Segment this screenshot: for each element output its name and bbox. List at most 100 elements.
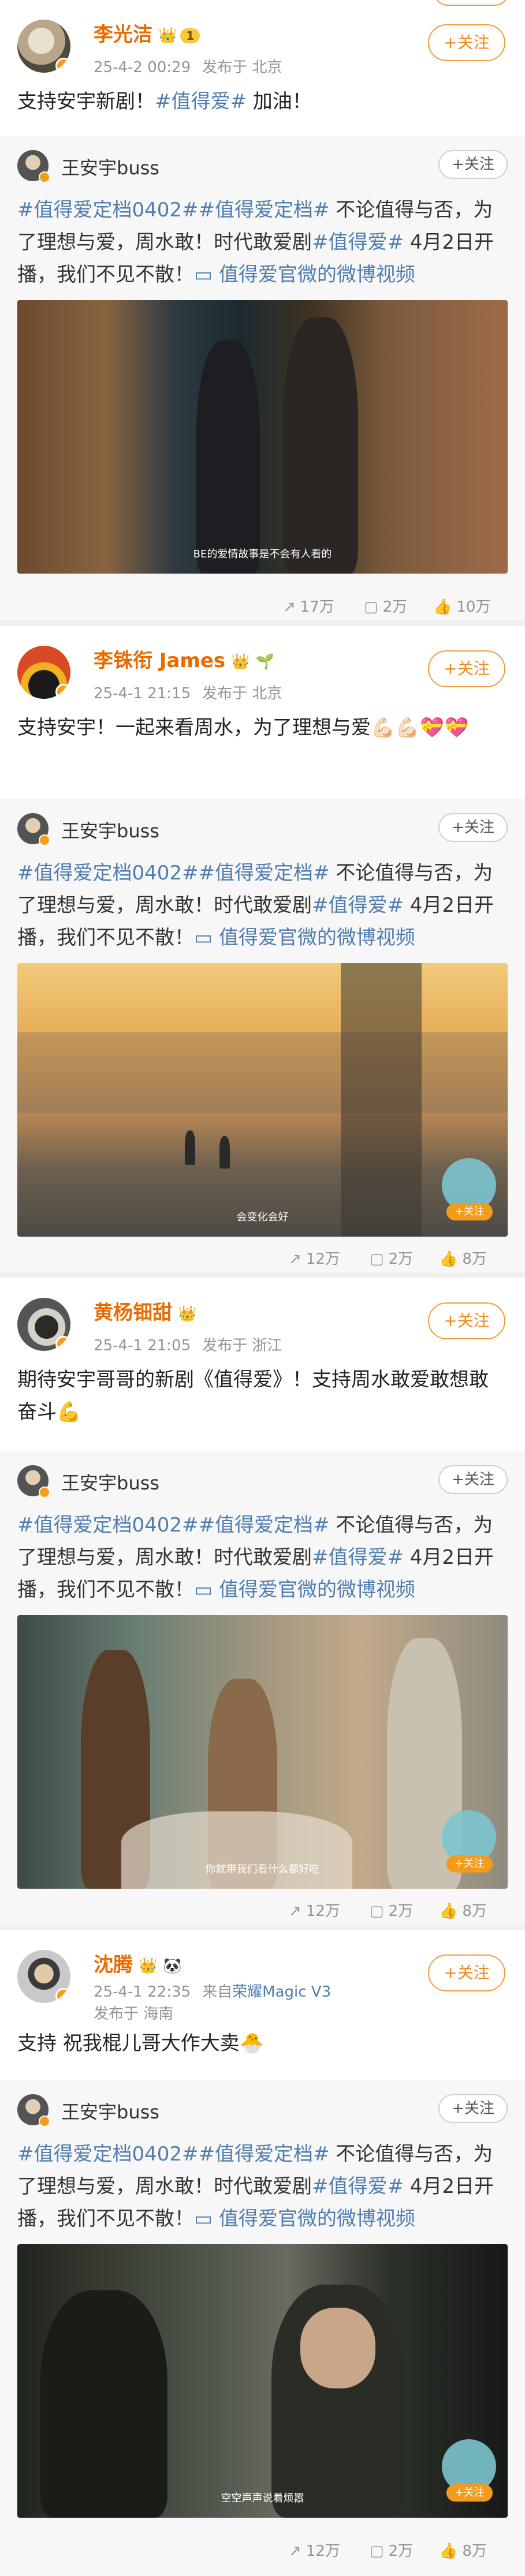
repost-text: #值得爱定档0402##值得爱定档# 不论值得与否，为了理想与爱，周水敢！时代敢… [17,1514,494,1601]
post-header: 李铢衔 James 👑 🌱 25-4-1 21:15 发布于 北京 +关注 [17,640,511,703]
avatar[interactable] [17,1298,70,1351]
topic-link[interactable]: #值得爱# [312,231,404,254]
action-bar: ↗ 12万 ▢ 2万 👍 8万 [17,1238,508,1272]
topic-link[interactable]: #值得爱定档# [199,2143,330,2166]
repost-button[interactable]: ↗ 12万 [289,1247,340,1268]
avatar[interactable] [17,2094,50,2127]
post-card: 李铢衔 James 👑 🌱 25-4-1 21:15 发布于 北京 +关注 支持安宇！… [0,626,525,1272]
like-icon: 👍 [439,1250,458,1268]
topic-link[interactable]: #值得爱# [312,1546,404,1569]
like-button[interactable]: 👍 8万 [439,1247,487,1268]
username[interactable]: 李铢衔 James 👑 🌱 [94,645,274,673]
video-thumbnail[interactable]: 你就带我们看什么都好吃 +关注 [17,1615,508,1889]
post-card: 李光洁 👑 1 25-4-2 00:29 发布于 北京 +关注 支持安宇新剧！#值得爱… [0,0,525,620]
repost-header: 王安宇buss +关注 [17,813,508,846]
repost-icon: ↗ [289,2543,301,2560]
post-meta: 25-4-1 22:35 来自荣耀Magic V3 [94,1983,332,2001]
avatar[interactable] [17,20,70,73]
video-caption: 会变化会好 [236,1211,289,1223]
avatar[interactable] [17,813,50,846]
watermark-badge[interactable]: +关注 [442,1158,496,1222]
username[interactable]: 李光洁 👑 1 [94,18,200,47]
follow-button[interactable]: +关注 [428,1955,505,1991]
topic-link[interactable]: #值得爱定档0402# [17,2143,199,2166]
topic-link[interactable]: #值得爱定档0402# [17,1514,199,1537]
repost-button[interactable]: ↗ 12万 [289,1899,340,1920]
follow-button[interactable]: +关注 [438,1465,508,1494]
video-thumbnail[interactable]: 会变化会好 +关注 [17,963,508,1237]
comment-button[interactable]: ▢ 2万 [364,595,407,616]
video-thumbnail[interactable]: 空空声声说着烦嚣 +关注 [17,2244,508,2518]
video-thumbnail[interactable]: BE的爱情故事是不会有人看的 [17,300,508,574]
reposted-content[interactable]: 王安宇buss +关注 #值得爱定档0402##值得爱定档# 不论值得与否，为了… [0,136,525,620]
topic-link[interactable]: #值得爱# [312,2175,404,2198]
panda-icon: 🐼 [163,1957,182,1975]
topic-link[interactable]: #值得爱定档# [199,1514,330,1537]
avatar[interactable] [17,646,70,699]
topic-link[interactable]: #值得爱定档0402# [17,199,199,222]
repost-author[interactable]: 王安宇buss [61,1469,159,1495]
face-shape [300,2308,375,2388]
comment-button[interactable]: ▢ 2万 [370,2539,413,2560]
avatar[interactable] [17,1950,70,2003]
repost-icon: ↗ [283,598,296,616]
repost-text: #值得爱定档0402##值得爱定档# 不论值得与否，为了理想与爱，周水敢！时代敢… [17,862,494,949]
member-level-badge: 1 [180,28,200,43]
post-text: 支持 祝我棍儿哥大作大卖🐣 [17,2032,265,2055]
video-link[interactable]: ▭ 值得爱官微的微博视频 [194,1578,415,1601]
follow-button[interactable]: +关注 [438,2094,508,2123]
avatar[interactable] [17,150,50,183]
watermark-follow-button[interactable]: +关注 [446,2484,493,2502]
video-link[interactable]: ▭ 值得爱官微的微博视频 [194,263,415,286]
repost-author[interactable]: 王安宇buss [61,153,159,180]
username[interactable]: 黄杨钿甜 👑 [94,1297,196,1325]
repost-button[interactable]: ↗ 17万 [283,595,334,616]
post-meta: 25-4-2 00:29 发布于 北京 [94,59,282,76]
video-link[interactable]: ▭ 值得爱官微的微博视频 [194,926,415,949]
video-caption: 你就带我们看什么都好吃 [205,1863,320,1875]
comment-button[interactable]: ▢ 2万 [370,1247,413,1268]
topic-link[interactable]: #值得爱定档0402# [17,862,199,885]
crown-icon: 👑 [139,1957,158,1975]
source-link[interactable]: 荣耀Magic V3 [232,1983,331,2001]
watermark-badge[interactable]: +关注 [442,1810,496,1874]
video-link[interactable]: ▭ 值得爱官微的微博视频 [194,2207,415,2230]
comment-icon: ▢ [364,598,378,616]
repost-author[interactable]: 王安宇buss [61,817,159,843]
watermark-follow-button[interactable]: +关注 [446,1203,493,1220]
username[interactable]: 沈腾 👑 🐼 [94,1949,182,1977]
watermark-follow-button[interactable]: +关注 [446,1855,493,1873]
verified-badge-icon [55,58,70,73]
like-button[interactable]: 👍 8万 [439,2539,487,2560]
verified-badge-icon [55,1988,70,2003]
follow-button[interactable]: +关注 [428,24,505,61]
follow-button[interactable]: +关注 [428,650,505,687]
reposted-content[interactable]: 王安宇buss +关注 #值得爱定档0402##值得爱定档# 不论值得与否，为了… [0,799,525,1272]
figure-shape [40,2290,167,2518]
follow-button[interactable]: +关注 [428,1302,505,1339]
like-button[interactable]: 👍 8万 [439,1899,487,1920]
video-icon: ▭ [194,263,219,286]
follow-button[interactable]: +关注 [438,150,508,179]
post-card: 黄杨钿甜 👑 25-4-1 21:05 发布于 浙江 +关注 期待安宇哥哥的新剧《值… [0,1278,525,1924]
topic-link[interactable]: #值得爱# [312,894,404,917]
figure-shape [219,1136,230,1169]
previous-follow-button-edge[interactable] [434,0,509,6]
post-meta: 25-4-1 21:05 发布于 浙江 [94,1337,282,1354]
like-icon: 👍 [439,2543,458,2560]
reposted-content[interactable]: 王安宇buss +关注 #值得爱定档0402##值得爱定档# 不论值得与否，为了… [0,2080,525,2576]
like-button[interactable]: 👍 10万 [433,595,490,616]
follow-button[interactable]: +关注 [438,813,508,842]
like-icon: 👍 [433,598,452,616]
topic-link[interactable]: #值得爱# [155,90,247,113]
repost-button[interactable]: ↗ 12万 [289,2539,340,2560]
avatar[interactable] [17,1465,50,1498]
repost-author[interactable]: 王安宇buss [61,2098,159,2124]
repost-text: #值得爱定档0402##值得爱定档# 不论值得与否，为了理想与爱，周水敢！时代敢… [17,199,494,286]
cityscape-shape [17,1032,508,1113]
topic-link[interactable]: #值得爱定档# [199,862,330,885]
watermark-badge[interactable]: +关注 [442,2439,496,2503]
comment-button[interactable]: ▢ 2万 [370,1899,413,1920]
reposted-content[interactable]: 王安宇buss +关注 #值得爱定档0402##值得爱定档# 不论值得与否，为了… [0,1451,525,1924]
topic-link[interactable]: #值得爱定档# [199,199,330,222]
